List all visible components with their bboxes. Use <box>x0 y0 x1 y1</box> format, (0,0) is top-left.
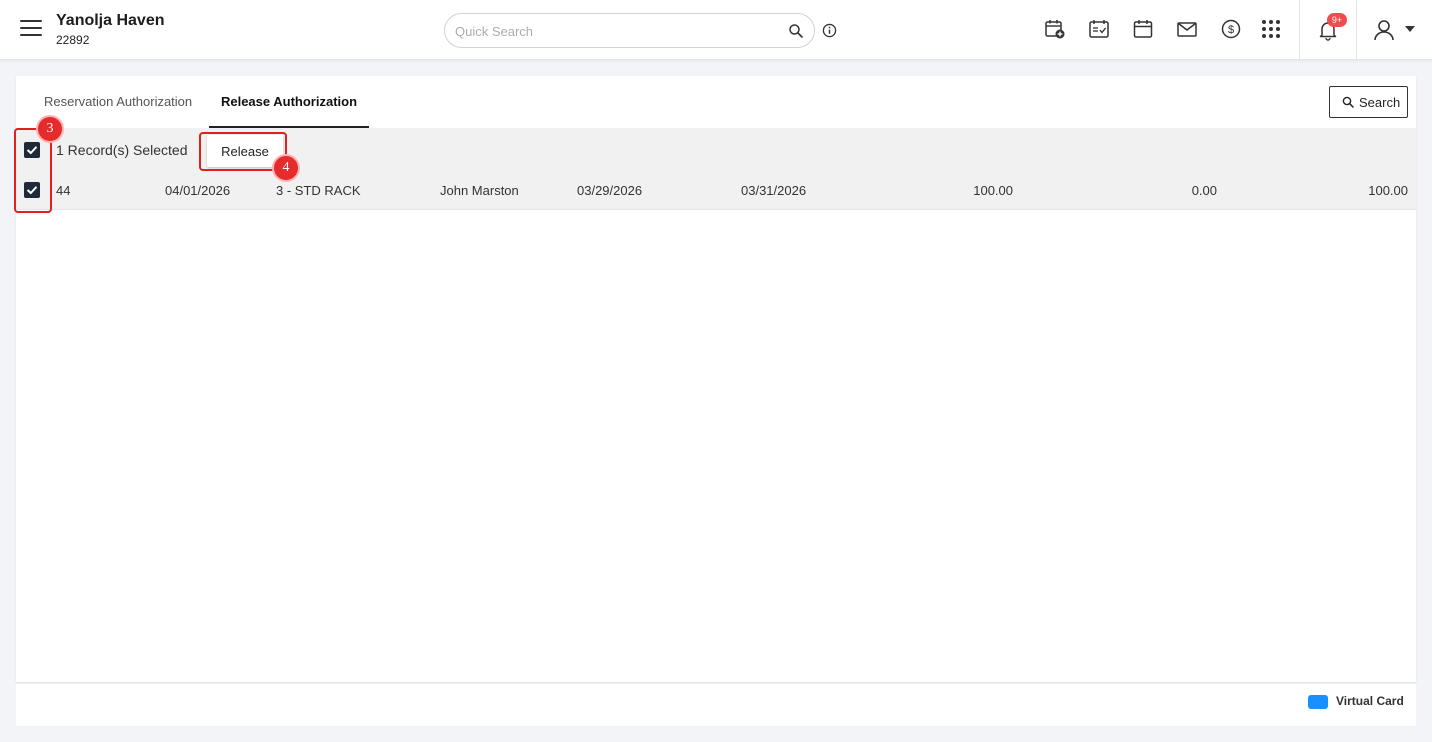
hotel-id: 22892 <box>56 33 90 47</box>
mail-icon[interactable] <box>1176 18 1198 40</box>
search-button-label: Search <box>1359 95 1401 110</box>
calendar-add-icon[interactable] <box>1044 18 1066 40</box>
calendar-icon[interactable] <box>1132 18 1154 40</box>
cell-amount: 0.00 <box>1191 183 1217 198</box>
user-avatar-icon[interactable] <box>1372 18 1396 42</box>
virtual-card-label: Virtual Card <box>1336 694 1404 708</box>
cell-date: 04/01/2026 <box>165 183 231 198</box>
apps-grid-icon[interactable] <box>1260 18 1282 40</box>
tab-reservation-authorization[interactable]: Reservation Authorization <box>44 76 192 128</box>
caret-down-icon[interactable] <box>1404 25 1416 33</box>
toolbar-divider <box>1356 0 1357 60</box>
dollar-icon[interactable]: $ <box>1220 18 1242 40</box>
virtual-card-swatch <box>1308 695 1328 709</box>
hotel-name: Yanolja Haven <box>56 12 165 29</box>
svg-text:$: $ <box>1228 24 1234 36</box>
step-marker: 4 <box>272 154 300 182</box>
info-icon[interactable] <box>822 23 837 38</box>
cell-arrival: 03/29/2026 <box>577 183 643 198</box>
quick-search <box>444 13 815 48</box>
tab-release-authorization[interactable]: Release Authorization <box>209 76 369 128</box>
notification-badge: 9+ <box>1327 13 1347 27</box>
legend-footer: Virtual Card <box>16 684 1416 726</box>
cell-amount: 100.00 <box>973 183 1013 198</box>
hamburger-menu-icon[interactable] <box>20 20 42 38</box>
calendar-check-icon[interactable] <box>1088 18 1110 40</box>
cell-guest: John Marston <box>440 183 519 198</box>
cell-amount: 100.00 <box>1368 183 1408 198</box>
selection-summary: 1 Record(s) Selected <box>56 142 188 158</box>
toolbar-divider <box>1299 0 1300 60</box>
quick-search-input[interactable] <box>455 21 775 41</box>
cell-rate: 3 - STD RACK <box>276 183 361 198</box>
search-icon[interactable] <box>788 23 804 39</box>
top-bar: Yanolja Haven 22892 $ 9+ <box>0 0 1432 60</box>
step-marker: 3 <box>36 115 64 143</box>
cell-id: 44 <box>56 183 71 198</box>
search-button[interactable]: Search <box>1329 86 1408 118</box>
search-icon <box>1342 96 1354 108</box>
cell-departure: 03/31/2026 <box>741 183 807 198</box>
